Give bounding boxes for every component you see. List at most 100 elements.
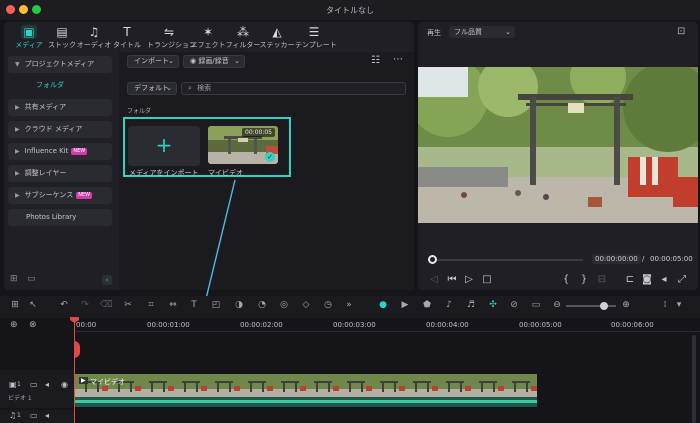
tab-template[interactable]: ☰ テンプレート xyxy=(295,25,337,50)
plus-icon: + xyxy=(155,133,173,157)
import-media-button[interactable]: + xyxy=(128,126,200,166)
more-options-icon[interactable]: ⋯ xyxy=(393,54,403,65)
previous-frame-icon[interactable]: ◁ xyxy=(428,274,440,285)
step-back-icon[interactable]: ⏮ xyxy=(446,274,458,285)
timer-icon[interactable]: ◷ xyxy=(322,300,334,310)
zoom-in-icon[interactable]: ⊕ xyxy=(620,300,632,310)
caption-icon[interactable]: ▭ xyxy=(530,300,542,310)
video-frame-image xyxy=(418,67,698,223)
speaker-icon[interactable]: ◂ xyxy=(45,411,49,420)
tab-effect[interactable]: ✶ エフェクト xyxy=(189,25,227,50)
zoom-slider-knob[interactable] xyxy=(600,302,608,310)
play-icon[interactable]: ▷ xyxy=(463,274,475,285)
redo-icon[interactable]: ↷ xyxy=(79,300,91,310)
sidebar-item-subsequence[interactable]: ▶ サブシーケンス NEW xyxy=(8,187,112,204)
text-tool-icon[interactable]: T xyxy=(188,300,200,310)
sidebar-item-influence-kit[interactable]: ▶ Influence Kit NEW xyxy=(8,143,112,160)
folder-icon[interactable]: ▭ xyxy=(30,380,38,389)
video-track-number: 1 xyxy=(17,381,21,388)
grid-view-icon[interactable]: ⁞ xyxy=(659,300,671,310)
split-icon[interactable]: ✂ xyxy=(122,300,134,310)
record-dropdown[interactable]: ◉ 録画/録音 ⌄ xyxy=(183,55,245,68)
timeline-scrollbar[interactable] xyxy=(692,335,696,423)
import-dropdown[interactable]: インポート ⌄ xyxy=(127,55,179,68)
eye-icon[interactable]: ◉ xyxy=(61,380,68,389)
zoom-out-icon[interactable]: ⊖ xyxy=(551,300,563,310)
filter-list-icon[interactable]: ☷ xyxy=(371,55,380,66)
select-tool-icon[interactable]: ↖ xyxy=(27,300,39,310)
chevron-down-icon: ⌄ xyxy=(166,84,172,92)
volume-icon[interactable]: ◂ xyxy=(658,274,670,285)
audio-adjust-icon[interactable]: ⇔ xyxy=(167,300,179,310)
new-folder-icon[interactable]: ⊞ xyxy=(10,274,18,284)
folder-icon[interactable]: ▭ xyxy=(27,274,36,284)
microphone-icon[interactable]: ♪ xyxy=(443,300,455,310)
sidebar-item-adjustment-layer[interactable]: ▶ 調整レイヤー xyxy=(8,165,112,182)
tab-title[interactable]: T タイトル xyxy=(108,25,146,50)
quality-dropdown[interactable]: フル品質 ⌄ xyxy=(449,26,515,38)
tab-sticker[interactable]: ◭ ステッカー xyxy=(258,25,296,50)
layout-icon[interactable]: ⊞ xyxy=(9,300,21,310)
sidebar-item-shared-media[interactable]: ▶ 共有メディア xyxy=(8,99,112,116)
clip-audio-line xyxy=(75,400,537,403)
media-clip-label: マイビデオ xyxy=(208,169,243,177)
chevron-down-icon[interactable]: ▾ xyxy=(673,300,685,310)
audio-track-icon[interactable]: ♬ xyxy=(465,300,477,310)
more-tools-icon[interactable]: » xyxy=(343,300,355,310)
playhead[interactable] xyxy=(74,318,75,423)
sidebar-item-folder[interactable]: フォルダ xyxy=(8,77,112,93)
preview-scrubber-knob[interactable] xyxy=(428,255,437,264)
camera-icon[interactable]: ◙ xyxy=(641,274,653,285)
sidebar-item-photos-library[interactable]: Photos Library xyxy=(8,209,112,226)
clip-filmstrip xyxy=(75,374,537,397)
timecode-separator: / xyxy=(642,255,645,263)
ruler-label: 00:00:06:00 xyxy=(611,321,654,329)
zoom-slider[interactable] xyxy=(566,305,616,307)
mark-out-icon[interactable]: } xyxy=(578,274,590,285)
link-tracks-icon[interactable]: ⊗ xyxy=(29,320,37,330)
display-icon[interactable]: ⊏ xyxy=(624,274,636,285)
video-track-header xyxy=(0,370,74,408)
ai-icon[interactable]: ● xyxy=(377,300,389,310)
snapshot-image-icon[interactable]: ⊡ xyxy=(677,26,685,37)
add-track-icon[interactable]: ⊕ xyxy=(10,320,18,330)
audio-icon: ♫ xyxy=(88,25,100,39)
chevron-down-icon: ⌄ xyxy=(234,57,240,65)
snap-icon[interactable]: ✣ xyxy=(487,300,499,310)
ruler-label: 00:00:05:00 xyxy=(519,321,562,329)
search-input[interactable]: ⌕ 検索 xyxy=(181,82,406,95)
delete-icon[interactable]: ⌫ xyxy=(100,300,113,310)
media-thumbnail[interactable]: 00:00:05 ✓ xyxy=(208,126,278,164)
aspect-icon[interactable]: ◰ xyxy=(210,300,222,310)
stop-icon[interactable]: □ xyxy=(481,274,493,285)
ruler-label: 00:00:03:00 xyxy=(333,321,376,329)
color-icon[interactable]: ◑ xyxy=(233,300,245,310)
total-timecode: 00:00:05:00 xyxy=(650,255,693,263)
collapse-sidebar-button[interactable]: ‹ xyxy=(102,275,112,285)
crop-icon[interactable]: ⌗ xyxy=(145,300,157,310)
sidebar-item-cloud-media[interactable]: ▶ クラウド メディア xyxy=(8,121,112,138)
link-icon[interactable]: ⊘ xyxy=(508,300,520,310)
title-icon: T xyxy=(123,25,131,39)
import-media-label: メディアをインポート xyxy=(129,169,199,177)
speaker-icon[interactable]: ◂ xyxy=(45,380,49,389)
timeline-clip-label: マイビデオ xyxy=(90,378,125,386)
sort-dropdown[interactable]: デフォルト ⌄ xyxy=(127,82,177,95)
keyframe-icon[interactable]: ◇ xyxy=(300,300,312,310)
fullscreen-icon[interactable]: ⤢ xyxy=(676,274,688,285)
media-sidebar: ▼ プロジェクトメディア フォルダ ▶ 共有メディア ▶ クラウド メディア ▶ Inf… xyxy=(8,56,112,288)
render-icon[interactable]: ▶ xyxy=(399,300,411,310)
mark-in-icon[interactable]: { xyxy=(560,274,572,285)
sidebar-item-project-media[interactable]: ▼ プロジェクトメディア xyxy=(8,56,112,73)
speed-icon[interactable]: ◔ xyxy=(256,300,268,310)
folder-icon[interactable]: ▭ xyxy=(30,411,38,420)
palette-icon[interactable]: ◎ xyxy=(278,300,290,310)
undo-icon[interactable]: ↶ xyxy=(58,300,70,310)
markers-icon[interactable]: ⊟ xyxy=(596,274,608,285)
filter-icon: ⁂ xyxy=(237,25,249,39)
tab-transition[interactable]: ⇋ トランジション xyxy=(147,25,196,50)
preview-scrubber-track[interactable] xyxy=(428,259,583,261)
video-track-label: ビデオ 1 xyxy=(8,395,32,402)
shield-icon[interactable]: ⬟ xyxy=(421,300,433,310)
tab-filter[interactable]: ⁂ フィルター xyxy=(224,25,262,50)
